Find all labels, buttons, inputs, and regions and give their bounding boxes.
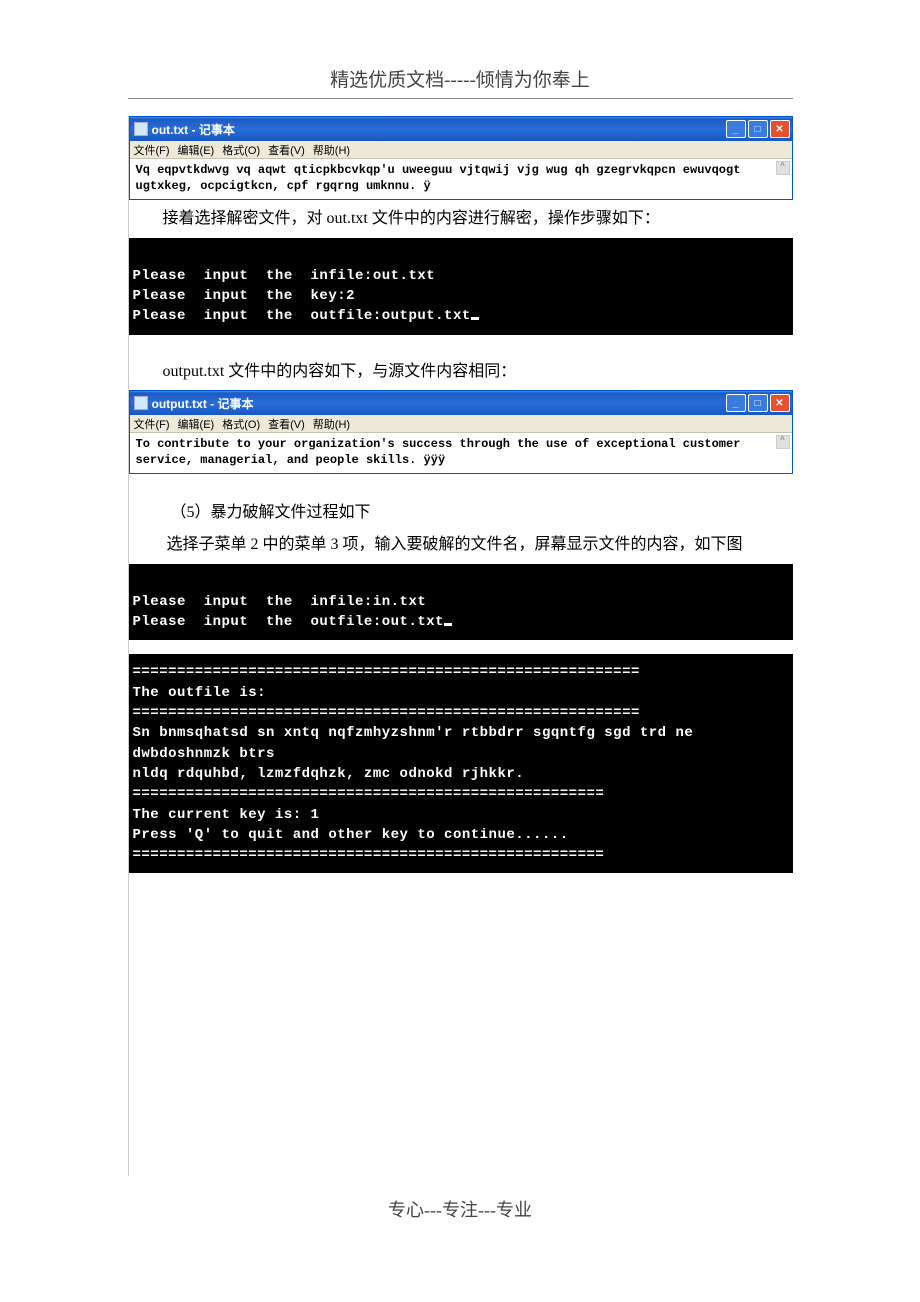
console-output-crack-input: Please input the infile:in.txt Please in… — [129, 564, 793, 641]
console-text: Please input the infile:out.txt Please i… — [133, 268, 471, 325]
paragraph: 选择子菜单 2 中的菜单 3 项，输入要破解的文件名，屏幕显示文件的内容，如下图 — [129, 532, 793, 564]
close-button[interactable]: ✕ — [770, 394, 790, 412]
menu-file[interactable]: 文件(F) — [134, 416, 170, 432]
page-header: 精选优质文档-----倾情为你奉上 — [0, 0, 920, 98]
menu-help[interactable]: 帮助(H) — [313, 142, 350, 158]
scroll-up-icon[interactable]: ^ — [776, 435, 790, 449]
minimize-button[interactable]: _ — [726, 394, 746, 412]
header-rule — [128, 98, 793, 99]
titlebar[interactable]: out.txt - 记事本 _ □ ✕ — [130, 117, 792, 141]
content-area: out.txt - 记事本 _ □ ✕ 文件(F) 编辑(E) 格式(O) 查看… — [128, 116, 793, 1176]
minimize-button[interactable]: _ — [726, 120, 746, 138]
scroll-up-icon[interactable]: ^ — [776, 161, 790, 175]
menu-format[interactable]: 格式(O) — [222, 416, 260, 432]
cursor-icon — [471, 317, 479, 320]
menu-view[interactable]: 查看(V) — [268, 416, 305, 432]
page-footer: 专心---专注---专业 — [0, 1196, 920, 1222]
notepad-window-output: output.txt - 记事本 _ □ ✕ 文件(F) 编辑(E) 格式(O)… — [129, 390, 793, 474]
notepad-body[interactable]: Vq eqpvtkdwvg vq aqwt qticpkbcvkqp'u uwe… — [130, 159, 792, 199]
menu-edit[interactable]: 编辑(E) — [178, 416, 215, 432]
notepad-icon — [134, 122, 148, 136]
cursor-icon — [444, 623, 452, 626]
close-button[interactable]: ✕ — [770, 120, 790, 138]
window-title: out.txt - 记事本 — [152, 121, 726, 138]
titlebar[interactable]: output.txt - 记事本 _ □ ✕ — [130, 391, 792, 415]
maximize-button[interactable]: □ — [748, 394, 768, 412]
menubar: 文件(F) 编辑(E) 格式(O) 查看(V) 帮助(H) — [130, 415, 792, 433]
menu-view[interactable]: 查看(V) — [268, 142, 305, 158]
notepad-icon — [134, 396, 148, 410]
console-output-decrypt: Please input the infile:out.txt Please i… — [129, 238, 793, 335]
paragraph: output.txt 文件中的内容如下，与源文件内容相同： — [129, 353, 793, 391]
notepad-body[interactable]: To contribute to your organization's suc… — [130, 433, 792, 473]
console-output-crack-result: ========================================… — [129, 654, 793, 873]
menu-file[interactable]: 文件(F) — [134, 142, 170, 158]
window-controls: _ □ ✕ — [726, 394, 790, 412]
window-controls: _ □ ✕ — [726, 120, 790, 138]
menu-format[interactable]: 格式(O) — [222, 142, 260, 158]
paragraph: （5）暴力破解文件过程如下 — [129, 494, 793, 532]
menu-edit[interactable]: 编辑(E) — [178, 142, 215, 158]
menu-help[interactable]: 帮助(H) — [313, 416, 350, 432]
menubar: 文件(F) 编辑(E) 格式(O) 查看(V) 帮助(H) — [130, 141, 792, 159]
console-text: Please input the infile:in.txt Please in… — [133, 594, 445, 630]
notepad-window-out: out.txt - 记事本 _ □ ✕ 文件(F) 编辑(E) 格式(O) 查看… — [129, 116, 793, 200]
paragraph: 接着选择解密文件，对 out.txt 文件中的内容进行解密，操作步骤如下： — [129, 200, 793, 238]
maximize-button[interactable]: □ — [748, 120, 768, 138]
window-title: output.txt - 记事本 — [152, 395, 726, 412]
